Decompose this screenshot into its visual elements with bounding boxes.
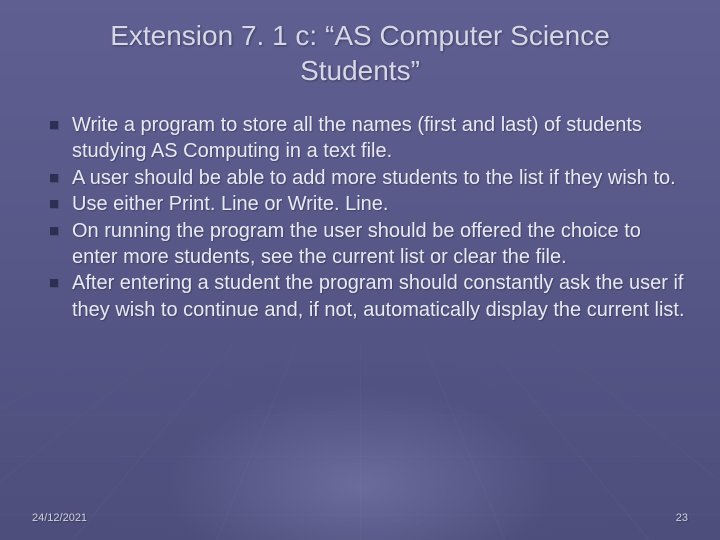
- slide-title: Extension 7. 1 c: “AS Computer Science S…: [28, 18, 692, 102]
- bullet-list: Write a program to store all the names (…: [50, 112, 692, 323]
- bullet-item: Use either Print. Line or Write. Line.: [50, 191, 692, 217]
- bullet-item: A user should be able to add more studen…: [50, 165, 692, 191]
- slide-footer: 24/12/2021 23: [28, 512, 692, 526]
- bullet-item: After entering a student the program sho…: [50, 270, 692, 323]
- slide: Extension 7. 1 c: “AS Computer Science S…: [0, 0, 720, 540]
- bullet-item: On running the program the user should b…: [50, 218, 692, 271]
- slide-body: Write a program to store all the names (…: [28, 102, 692, 512]
- footer-date: 24/12/2021: [32, 512, 87, 524]
- bullet-item: Write a program to store all the names (…: [50, 112, 692, 165]
- footer-page-number: 23: [676, 512, 688, 524]
